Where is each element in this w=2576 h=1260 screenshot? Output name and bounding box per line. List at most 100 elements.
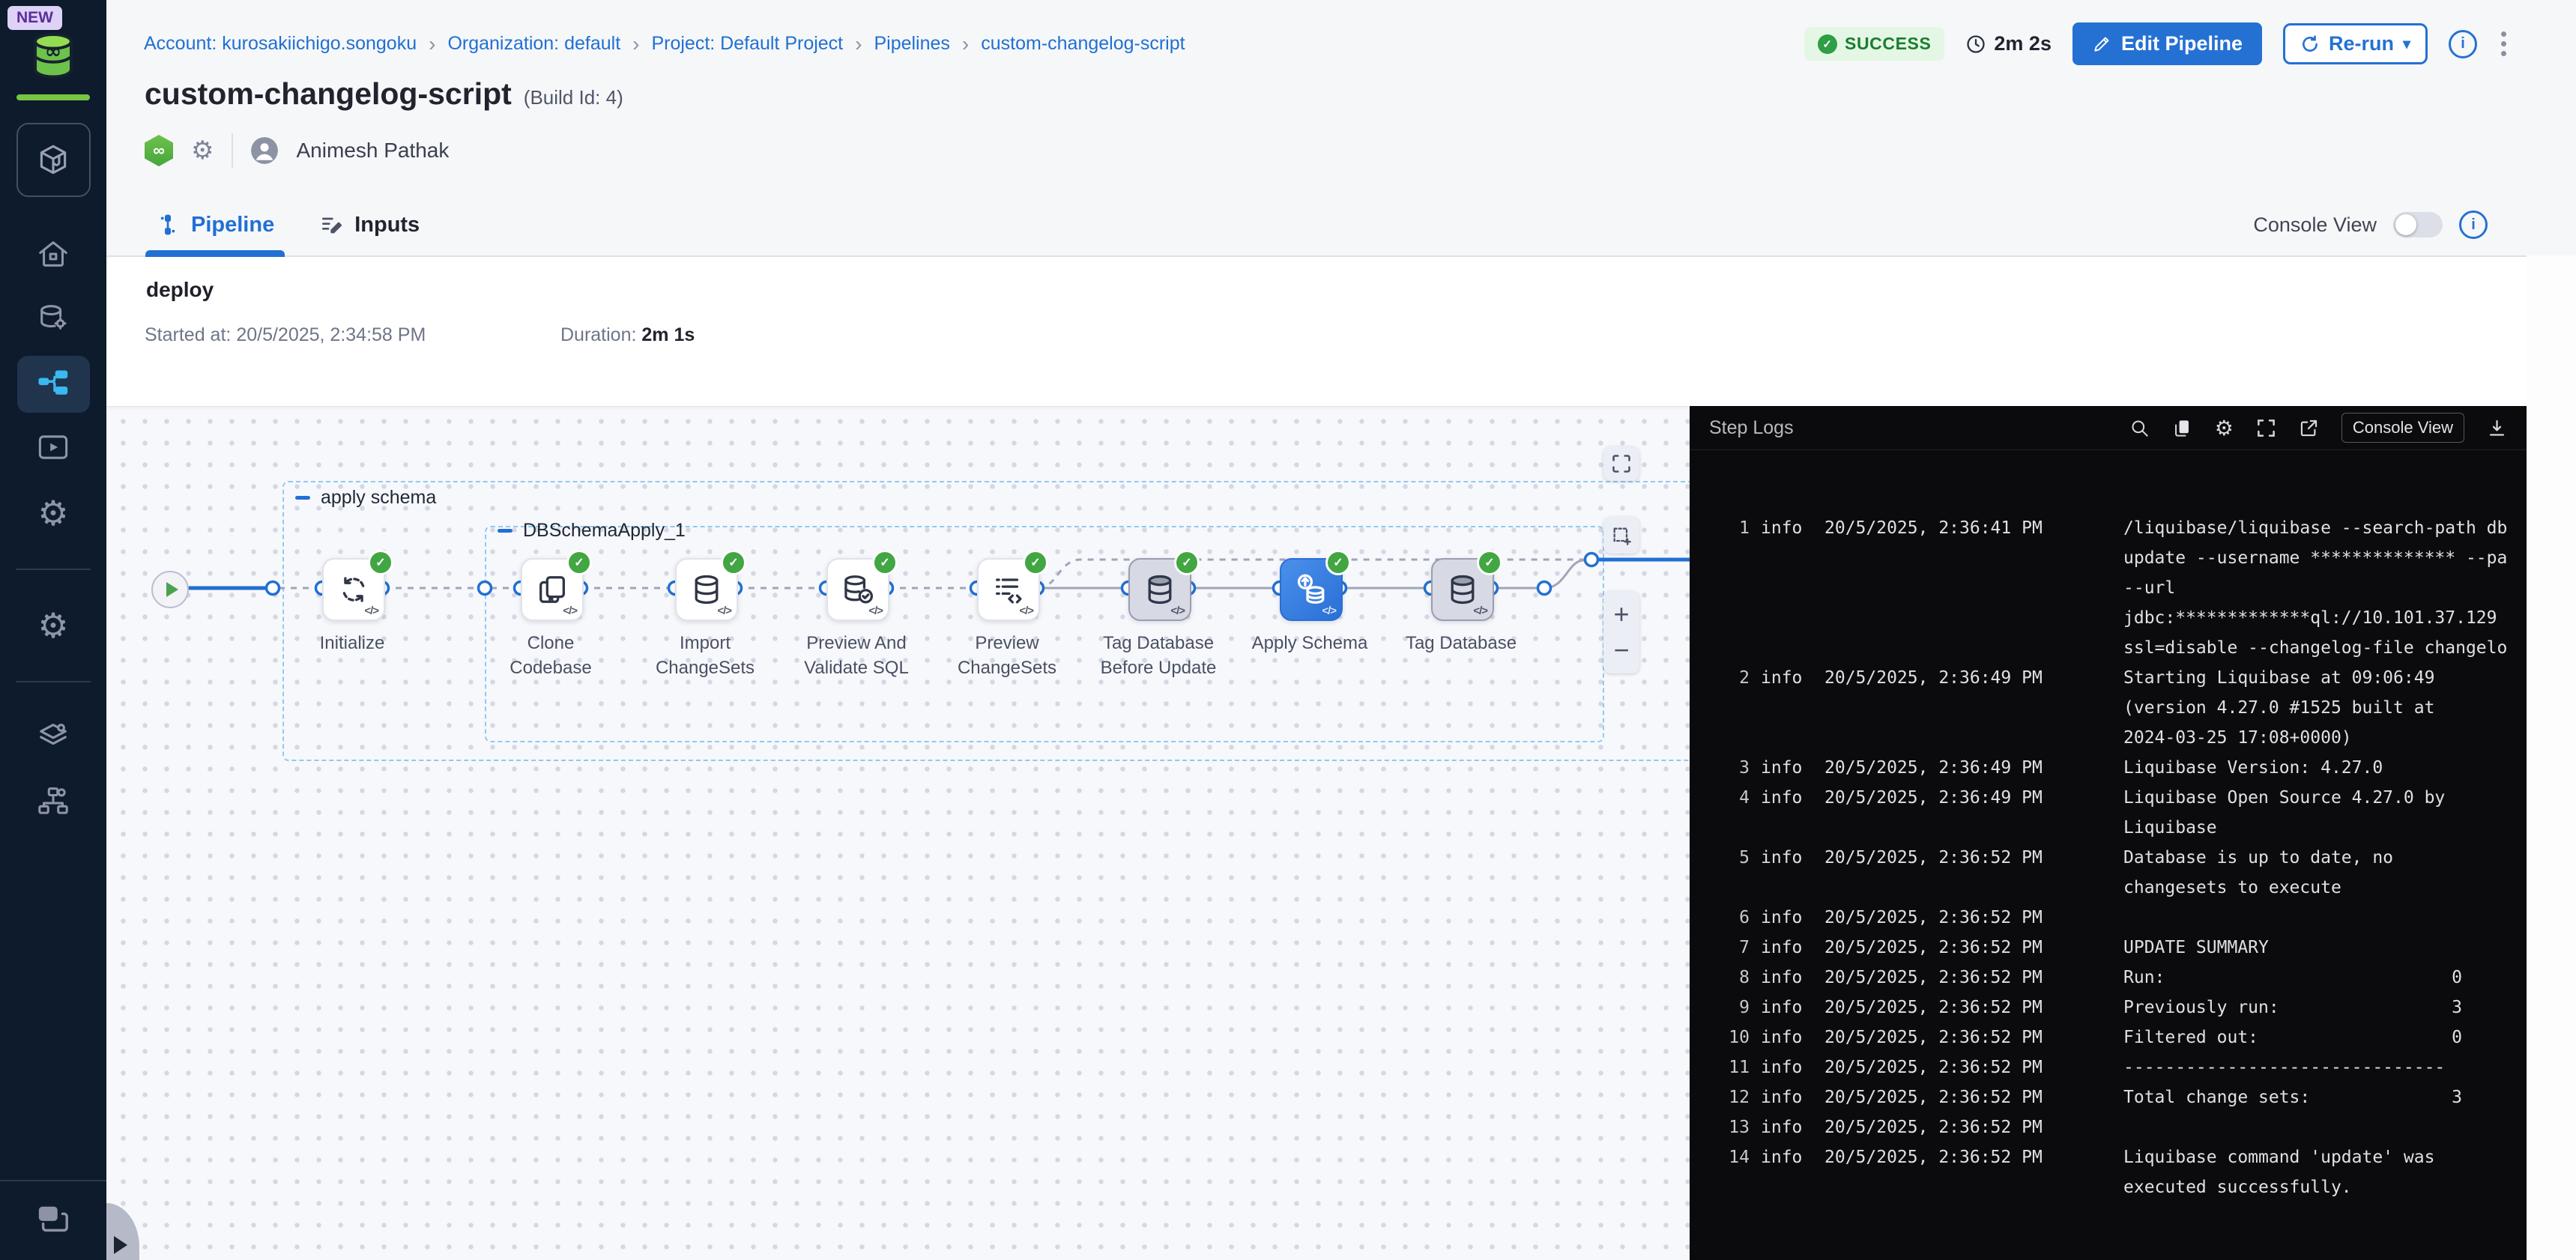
settings-icon: ⚙ <box>37 496 68 530</box>
log-timestamp: 20/5/2025, 2:36:49 PM <box>1824 663 2112 753</box>
log-level: info <box>1761 513 1813 663</box>
download-icon[interactable] <box>2487 418 2507 438</box>
edit-pipeline-button[interactable]: Edit Pipeline <box>2072 22 2262 65</box>
step-success-badge: ✓ <box>721 550 746 575</box>
log-line-number: 6 <box>1709 903 1750 933</box>
zoom-out-button[interactable]: − <box>1613 639 1629 661</box>
console-view-toggle[interactable] <box>2393 212 2443 237</box>
copy-icon[interactable] <box>2172 418 2192 438</box>
log-message <box>2123 1112 2527 1142</box>
breadcrumb: Account: kurosakiichigo.songoku › Organiza… <box>144 33 1185 55</box>
log-settings-gear-icon[interactable]: ⚙ <box>2215 416 2234 440</box>
project-settings-icon: ⚙ <box>37 608 68 643</box>
help-chat-icon[interactable]: ? <box>34 1202 73 1241</box>
log-row: 12info20/5/2025, 2:36:52 PMTotal change … <box>1690 1082 2527 1112</box>
pipeline-start-node[interactable] <box>151 571 189 608</box>
code-glyph: </> <box>1019 605 1033 617</box>
pipeline-step-import-changesets[interactable]: ✓</> <box>675 558 738 621</box>
module-cube-icon[interactable] <box>16 123 91 197</box>
collapse-minus-icon[interactable] <box>295 496 310 500</box>
step-success-badge: ✓ <box>368 550 393 575</box>
pipeline-step-preview-and-validate-sql[interactable]: ✓</> <box>826 558 889 621</box>
pipeline-canvas[interactable]: apply schema DBSchemaApply_1 <box>106 406 1690 1260</box>
log-row: 6info20/5/2025, 2:36:52 PM <box>1690 903 2527 933</box>
pipeline-step-tag-database-before-update[interactable]: ✓</> <box>1128 558 1191 621</box>
chevron-right-icon: › <box>632 34 639 53</box>
chevron-right-icon: › <box>855 34 862 53</box>
code-glyph: </> <box>364 605 378 617</box>
log-value: 0 <box>2452 1023 2462 1052</box>
canvas-fit-button[interactable] <box>1603 446 1639 481</box>
sidebar-item-db-instances[interactable] <box>17 291 90 348</box>
step-logs-actions: ⚙ Console View <box>2129 413 2507 443</box>
home-icon <box>36 237 70 275</box>
rerun-button[interactable]: Re-run ▾ <box>2283 23 2428 64</box>
sidebar-item-org-settings[interactable] <box>17 774 90 831</box>
log-level: info <box>1761 1142 1813 1202</box>
zoom-in-button[interactable]: + <box>1613 603 1629 626</box>
log-row: 10info20/5/2025, 2:36:52 PMFiltered out:… <box>1690 1023 2527 1052</box>
log-timestamp: 20/5/2025, 2:36:52 PM <box>1824 1023 2112 1052</box>
executions-icon <box>36 430 70 468</box>
log-timestamp: 20/5/2025, 2:36:49 PM <box>1824 753 2112 783</box>
step-logs-header: Step Logs ⚙ Console View <box>1690 406 2527 450</box>
log-message: Previously run:3 <box>2123 993 2527 1023</box>
pipeline-step-initialize[interactable]: ✓</> <box>322 558 385 621</box>
log-row: 1info20/5/2025, 2:36:41 PM/liquibase/liq… <box>1690 513 2527 663</box>
log-line-number: 1 <box>1709 513 1750 663</box>
breadcrumb-link[interactable]: custom-changelog-script <box>981 33 1185 55</box>
log-level: info <box>1761 993 1813 1023</box>
pipeline-step-preview-changesets[interactable]: ✓</> <box>977 558 1040 621</box>
console-view-button[interactable]: Console View <box>2341 413 2464 443</box>
right-margin <box>2527 255 2576 1260</box>
sidebar-item-home[interactable] <box>17 227 90 284</box>
sidebar-item-pipelines[interactable] <box>17 356 90 413</box>
breadcrumb-link[interactable]: Organization: default <box>447 33 620 55</box>
pipeline-step-clone-codebase[interactable]: ✓</> <box>521 558 584 621</box>
sidebar-item-settings[interactable]: ⚙ <box>17 485 90 542</box>
fullscreen-icon[interactable] <box>2256 418 2276 438</box>
step-logs-panel: Step Logs ⚙ Console View 1info20/5/2025,… <box>1690 406 2527 1260</box>
step-logs-title: Step Logs <box>1709 417 1794 439</box>
log-message: Liquibase Open Source 4.27.0 byLiquibase <box>2123 783 2527 843</box>
log-row: 13info20/5/2025, 2:36:52 PM <box>1690 1112 2527 1142</box>
tab-inputs[interactable]: Inputs <box>319 194 420 255</box>
canvas-select-button[interactable] <box>1603 517 1639 554</box>
log-level: info <box>1761 1082 1813 1112</box>
log-line-number: 8 <box>1709 963 1750 993</box>
build-id: (Build Id: 4) <box>524 86 623 109</box>
log-level: info <box>1761 753 1813 783</box>
pipeline-step-tag-database[interactable]: ✓</> <box>1431 558 1494 621</box>
log-row: 4info20/5/2025, 2:36:49 PMLiquibase Open… <box>1690 783 2527 843</box>
open-in-new-icon[interactable] <box>2299 418 2319 438</box>
sidebar-item-layers-settings[interactable] <box>17 709 90 766</box>
group-label-dbschemaapply[interactable]: DBSchemaApply_1 <box>498 520 686 542</box>
console-view-info-icon[interactable]: i <box>2459 210 2488 239</box>
step-label-import-changesets: ImportChangeSets <box>634 631 776 680</box>
breadcrumb-link[interactable]: Pipelines <box>874 33 949 55</box>
chevron-right-icon: › <box>962 34 969 53</box>
log-row: 3info20/5/2025, 2:36:49 PMLiquibase Vers… <box>1690 753 2527 783</box>
log-row: 7info20/5/2025, 2:36:52 PMUPDATE SUMMARY <box>1690 933 2527 963</box>
svg-text:∞: ∞ <box>45 40 61 63</box>
collapse-minus-icon[interactable] <box>498 529 513 533</box>
log-timestamp: 20/5/2025, 2:36:52 PM <box>1824 1082 2112 1112</box>
log-timestamp: 20/5/2025, 2:36:52 PM <box>1824 993 2112 1023</box>
harness-dbdevops-logo-icon[interactable]: ∞ <box>28 31 78 79</box>
breadcrumb-link[interactable]: Account: kurosakiichigo.songoku <box>144 33 417 55</box>
check-circle-icon: ✓ <box>1818 34 1837 54</box>
more-options-icon[interactable] <box>2498 28 2509 59</box>
log-message: Total change sets:3 <box>2123 1082 2527 1112</box>
sidebar-item-project-settings[interactable]: ⚙ <box>17 597 90 654</box>
search-icon[interactable] <box>2129 418 2150 438</box>
tab-pipeline[interactable]: Pipeline <box>156 194 274 255</box>
info-icon[interactable]: i <box>2449 30 2477 58</box>
pipeline-step-apply-schema[interactable]: ✓</> <box>1280 558 1343 621</box>
module-underline <box>16 94 90 100</box>
stage-meta: Started at: 20/5/2025, 2:34:58 PM Durati… <box>145 324 695 346</box>
stage-label-apply-schema[interactable]: apply schema <box>295 487 436 509</box>
sidebar-item-executions[interactable] <box>17 420 90 477</box>
pipeline-settings-gear-icon[interactable]: ⚙ <box>191 136 214 166</box>
breadcrumb-link[interactable]: Project: Default Project <box>651 33 843 55</box>
rerun-refresh-icon <box>2300 34 2320 54</box>
